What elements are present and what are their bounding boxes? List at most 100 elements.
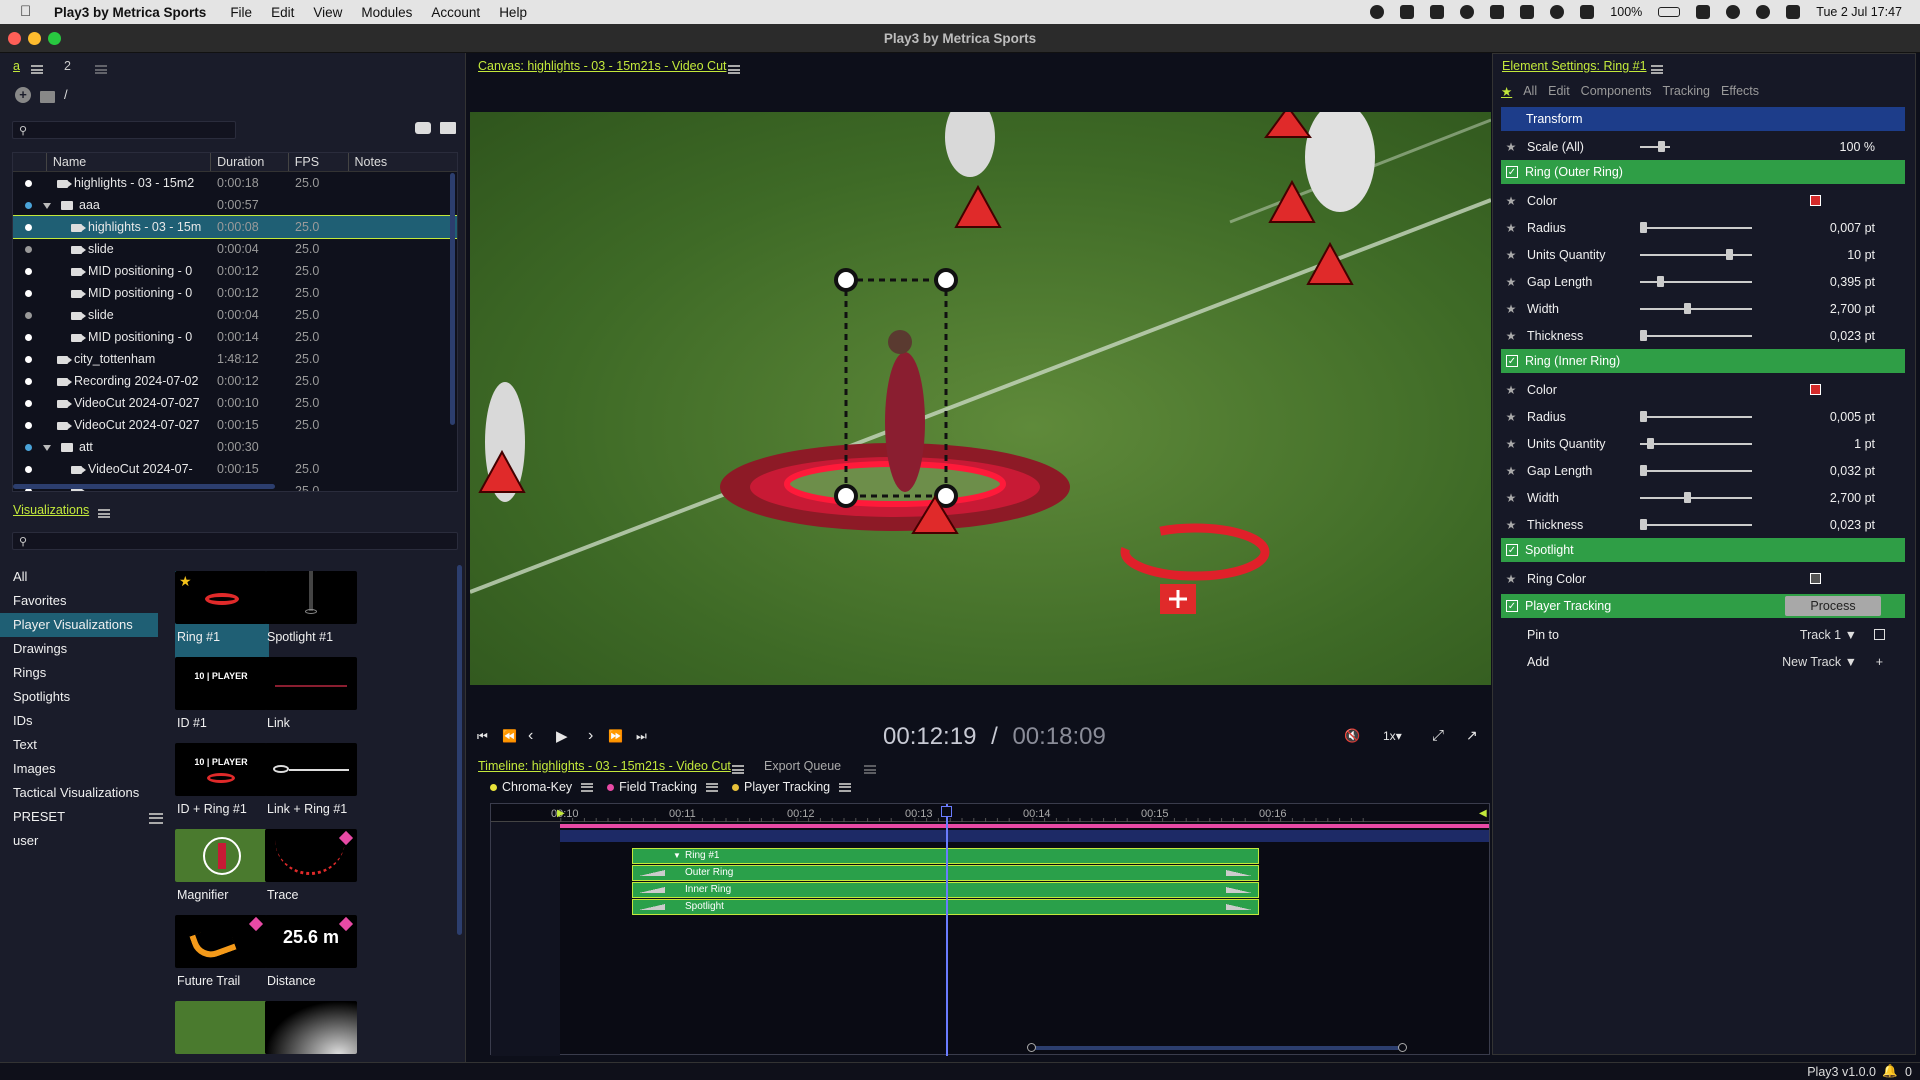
file-row[interactable]: VideoCut 2024-07-027 0:00:15 25.0 (13, 414, 457, 436)
vis-tile[interactable]: ★ Ring #1 (175, 571, 269, 661)
ring-color-picker-icon[interactable] (1810, 573, 1821, 584)
new-track-dropdown[interactable]: New Track ▼ (1782, 655, 1857, 669)
section-checkbox[interactable]: ✓ (1506, 600, 1518, 612)
star-icon[interactable]: ★ (1501, 329, 1521, 343)
col-duration[interactable]: Duration (210, 153, 288, 171)
bell-icon[interactable]: 🔔 (1882, 1064, 1898, 1079)
menu-edit[interactable]: Edit (271, 5, 294, 20)
timeline-zoom-bar[interactable] (1027, 1043, 1407, 1052)
slider-knob[interactable] (1684, 303, 1692, 314)
visualization-scrollbar[interactable] (457, 565, 462, 935)
file-row[interactable]: highlights - 03 - 15m2 0:00:18 25.0 (13, 172, 457, 194)
visualizations-search-input[interactable]: ⚲ (12, 532, 458, 550)
section-header[interactable]: ✓ Spotlight (1501, 538, 1905, 562)
slider-knob[interactable] (1640, 465, 1647, 476)
folder-add-icon[interactable] (40, 91, 55, 103)
fade-out-handle[interactable] (1226, 870, 1252, 876)
fade-out-handle[interactable] (1226, 904, 1252, 910)
category-drawings[interactable]: Drawings (0, 637, 158, 661)
settings-menu-icon[interactable] (1651, 65, 1663, 75)
layer-menu-icon[interactable] (581, 782, 594, 792)
play-icon[interactable]: ▶ (556, 727, 568, 745)
zoom-window-button[interactable] (48, 32, 61, 45)
menu-help[interactable]: Help (499, 5, 527, 20)
vis-tile[interactable] (175, 1001, 269, 1055)
layer-menu-icon[interactable] (705, 782, 718, 792)
control-center-icon[interactable] (1786, 5, 1801, 19)
focus-icon[interactable] (1460, 5, 1475, 19)
file-list-scrollbar[interactable] (450, 173, 455, 425)
record-icon[interactable] (1370, 5, 1385, 19)
minimize-window-button[interactable] (28, 32, 41, 45)
export-queue-tab[interactable]: Export Queue (764, 759, 841, 773)
vis-tile[interactable]: 10 | PLAYER ID #1 (175, 657, 269, 730)
vis-tile[interactable]: Link + Ring #1 (265, 743, 359, 816)
file-search-input[interactable]: ⚲ (12, 121, 236, 139)
layer-tab[interactable]: Chroma-Key (490, 780, 594, 794)
process-button[interactable]: Process (1785, 596, 1881, 616)
menu-modules[interactable]: Modules (361, 5, 412, 20)
layer-tab[interactable]: Field Tracking (607, 780, 718, 794)
skip-end-icon[interactable]: ⏭ (636, 729, 647, 744)
battery-icon[interactable] (1658, 7, 1681, 17)
fade-in-handle[interactable] (639, 904, 665, 910)
menu-view[interactable]: View (313, 5, 342, 20)
vis-tile[interactable]: Future Trail (175, 915, 269, 988)
expand-arrow-icon[interactable] (43, 444, 51, 451)
file-row[interactable]: slide 0:00:04 25.0 (13, 238, 457, 260)
property-slider[interactable] (1640, 519, 1752, 530)
file-row[interactable]: city_tottenham 1:48:12 25.0 (13, 348, 457, 370)
time-ruler[interactable]: 00:10 00:11 00:12 00:13 00:14 00:15 00:16 (491, 804, 1489, 822)
color-swatch[interactable] (1810, 384, 1821, 395)
category-favorites[interactable]: Favorites (0, 589, 158, 613)
settings-tab-edit[interactable]: Edit (1548, 84, 1570, 99)
category-preset[interactable]: PRESET (0, 805, 158, 829)
tab-favorites-star-icon[interactable]: ★ (1501, 84, 1512, 99)
fullscreen-icon[interactable]: ⤢ (1432, 727, 1444, 744)
apple-icon[interactable]:  (20, 4, 34, 20)
star-icon[interactable]: ★ (1501, 437, 1521, 451)
category-tactical-visualizations[interactable]: Tactical Visualizations (0, 781, 158, 805)
layer-menu-icon[interactable] (839, 782, 852, 792)
star-icon[interactable]: ★ (1501, 410, 1521, 424)
playhead-handle[interactable] (941, 806, 952, 817)
expand-arrow-icon[interactable] (43, 202, 51, 209)
menu-account[interactable]: Account (431, 5, 480, 20)
section-header[interactable]: ✓ Player Tracking Process (1501, 594, 1905, 618)
export-menu-icon[interactable] (863, 765, 876, 775)
slider-knob[interactable] (1640, 330, 1647, 341)
star-icon[interactable]: ★ (1501, 302, 1521, 316)
file-row[interactable]: att 0:00:30 (13, 436, 457, 458)
play-circle-icon[interactable] (1550, 5, 1565, 19)
tab-2[interactable]: 2 (64, 59, 71, 73)
favorite-star-icon[interactable]: ★ (179, 573, 192, 590)
step-back-icon[interactable]: ‹ (528, 727, 533, 745)
slider-knob[interactable] (1656, 276, 1664, 287)
spotlight-search-icon[interactable] (1756, 5, 1771, 19)
file-row[interactable]: Recording 2024-07-02 0:00:12 25.0 (13, 370, 457, 392)
speed-selector[interactable]: 1x▾ (1383, 729, 1402, 743)
slider-knob[interactable] (1640, 519, 1647, 530)
star-icon[interactable]: ★ (1501, 194, 1521, 208)
star-icon[interactable]: ★ (1501, 518, 1521, 532)
property-slider[interactable] (1640, 330, 1752, 341)
file-row[interactable]: MID positioning - 0 0:00:12 25.0 (13, 260, 457, 282)
file-row[interactable]: MID positioning - 0 0:00:14 25.0 (13, 326, 457, 348)
file-row[interactable]: aaa 0:00:57 (13, 194, 457, 216)
star-icon[interactable]: ★ (1501, 464, 1521, 478)
vis-tile[interactable]: Magnifier (175, 829, 269, 902)
property-slider[interactable] (1640, 249, 1752, 260)
clipboard-icon[interactable] (1520, 5, 1535, 19)
fade-in-handle[interactable] (639, 887, 665, 893)
file-row[interactable]: VideoCut 2024-07-027 0:00:10 25.0 (13, 392, 457, 414)
section-header[interactable]: ✓ Ring (Outer Ring) (1501, 160, 1905, 184)
timeline-title[interactable]: Timeline: highlights - 03 - 15m21s - Vid… (478, 759, 731, 773)
settings-tab-effects[interactable]: Effects (1721, 84, 1759, 99)
category-all[interactable]: All (0, 565, 158, 589)
pin-checkbox[interactable] (1874, 629, 1885, 640)
video-canvas[interactable] (469, 97, 1492, 685)
file-row[interactable]: highlights - 03 - 15m 0:00:08 25.0 (13, 215, 457, 239)
star-icon[interactable]: ★ (1501, 572, 1521, 586)
bluetooth-icon[interactable] (1580, 5, 1595, 19)
fast-forward-icon[interactable]: ⏩ (608, 729, 623, 743)
